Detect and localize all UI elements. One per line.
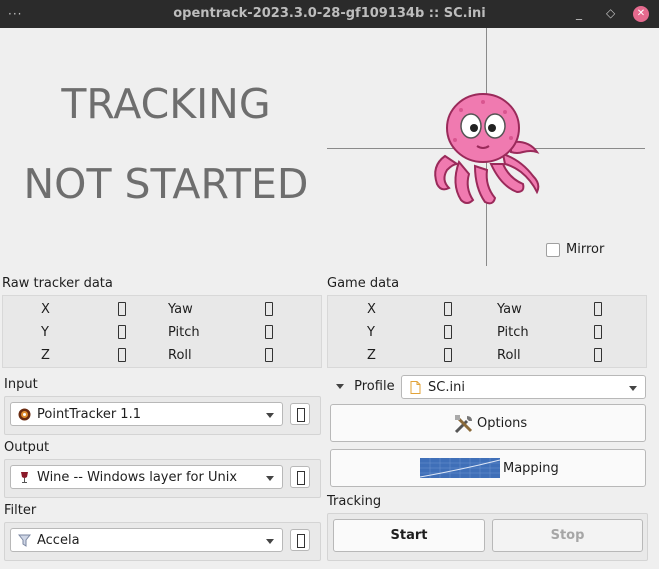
stop-button[interactable]: Stop xyxy=(492,519,643,552)
window-title: opentrack-2023.3.0-28-gf109134b :: SC.in… xyxy=(173,6,486,21)
start-button[interactable]: Start xyxy=(333,519,485,552)
close-icon[interactable]: ✕ xyxy=(633,6,649,22)
minimize-icon[interactable]: _ xyxy=(576,6,582,20)
output-title: Output xyxy=(4,440,50,455)
game-yaw-value xyxy=(594,302,602,316)
raw-yaw-label: Yaw xyxy=(168,302,193,317)
mirror-checkbox-box[interactable] xyxy=(546,242,560,257)
chevron-down-icon xyxy=(266,539,274,544)
raw-pitch-label: Pitch xyxy=(168,325,200,340)
game-y-label: Y xyxy=(367,325,375,340)
game-y-value xyxy=(444,325,452,339)
settings-icon xyxy=(297,471,305,485)
input-selected-label: PointTracker 1.1 xyxy=(37,407,141,422)
tracking-title: Tracking xyxy=(327,494,382,509)
options-button[interactable]: Options xyxy=(330,404,646,442)
title-bar: ··· opentrack-2023.3.0-28-gf109134b :: S… xyxy=(0,0,659,28)
filter-select[interactable]: Accela xyxy=(10,528,283,552)
raw-pitch-value xyxy=(265,325,273,339)
game-pitch-label: Pitch xyxy=(497,325,529,340)
raw-roll-label: Roll xyxy=(168,348,192,363)
output-select[interactable]: Wine -- Windows layer for Unix xyxy=(10,465,283,489)
mapping-curve-icon xyxy=(420,458,500,478)
maximize-icon[interactable]: ◇ xyxy=(606,6,615,20)
output-selected-label: Wine -- Windows layer for Unix xyxy=(37,470,238,485)
game-pitch-value xyxy=(594,325,602,339)
input-select[interactable]: PointTracker 1.1 xyxy=(10,402,283,426)
output-settings-button[interactable] xyxy=(290,466,310,488)
game-x-value xyxy=(444,302,452,316)
game-roll-value xyxy=(594,348,602,362)
game-roll-label: Roll xyxy=(497,348,521,363)
game-yaw-label: Yaw xyxy=(497,302,522,317)
input-title: Input xyxy=(4,377,38,392)
raw-z-value xyxy=(118,348,126,362)
game-z-label: Z xyxy=(367,348,376,363)
tools-icon xyxy=(454,415,473,434)
raw-tracker-data-title: Raw tracker data xyxy=(2,276,113,291)
raw-tracker-data-panel: X Yaw Y Pitch Z Roll xyxy=(2,295,322,368)
mapping-label: Mapping xyxy=(503,461,559,476)
raw-y-value xyxy=(118,325,126,339)
input-settings-button[interactable] xyxy=(290,403,310,425)
profile-menu-button[interactable]: Profile xyxy=(336,379,407,394)
mirror-label: Mirror xyxy=(566,242,605,257)
pointtracker-icon xyxy=(18,408,31,421)
caret-down-icon xyxy=(336,384,344,389)
funnel-icon xyxy=(18,534,31,547)
filter-selected-label: Accela xyxy=(37,533,80,548)
wine-glass-icon xyxy=(21,472,28,483)
game-x-label: X xyxy=(367,302,376,317)
chevron-down-icon xyxy=(266,413,274,418)
mapping-button[interactable]: Mapping xyxy=(330,449,646,487)
filter-title: Filter xyxy=(4,503,37,518)
tracking-status-line2: NOT STARTED xyxy=(23,160,309,208)
game-data-title: Game data xyxy=(327,276,400,291)
game-z-value xyxy=(444,348,452,362)
profile-selected-label: SC.ini xyxy=(428,380,465,395)
filter-settings-button[interactable] xyxy=(290,529,310,551)
options-label: Options xyxy=(477,416,528,431)
settings-icon xyxy=(297,408,305,422)
raw-z-label: Z xyxy=(41,348,50,363)
settings-icon xyxy=(297,534,305,548)
mirror-checkbox[interactable]: Mirror xyxy=(546,242,604,257)
raw-y-label: Y xyxy=(41,325,49,340)
tracking-status-line1: TRACKING xyxy=(61,80,271,128)
raw-yaw-value xyxy=(265,302,273,316)
profile-label: Profile xyxy=(354,379,395,394)
chevron-down-icon xyxy=(266,476,274,481)
file-icon xyxy=(410,381,421,394)
octopus-icon xyxy=(434,93,540,205)
game-data-panel: X Yaw Y Pitch Z Roll xyxy=(327,295,647,368)
raw-x-label: X xyxy=(41,302,50,317)
chevron-down-icon xyxy=(629,386,637,391)
raw-roll-value xyxy=(265,348,273,362)
raw-x-value xyxy=(118,302,126,316)
profile-select[interactable]: SC.ini xyxy=(401,375,646,399)
